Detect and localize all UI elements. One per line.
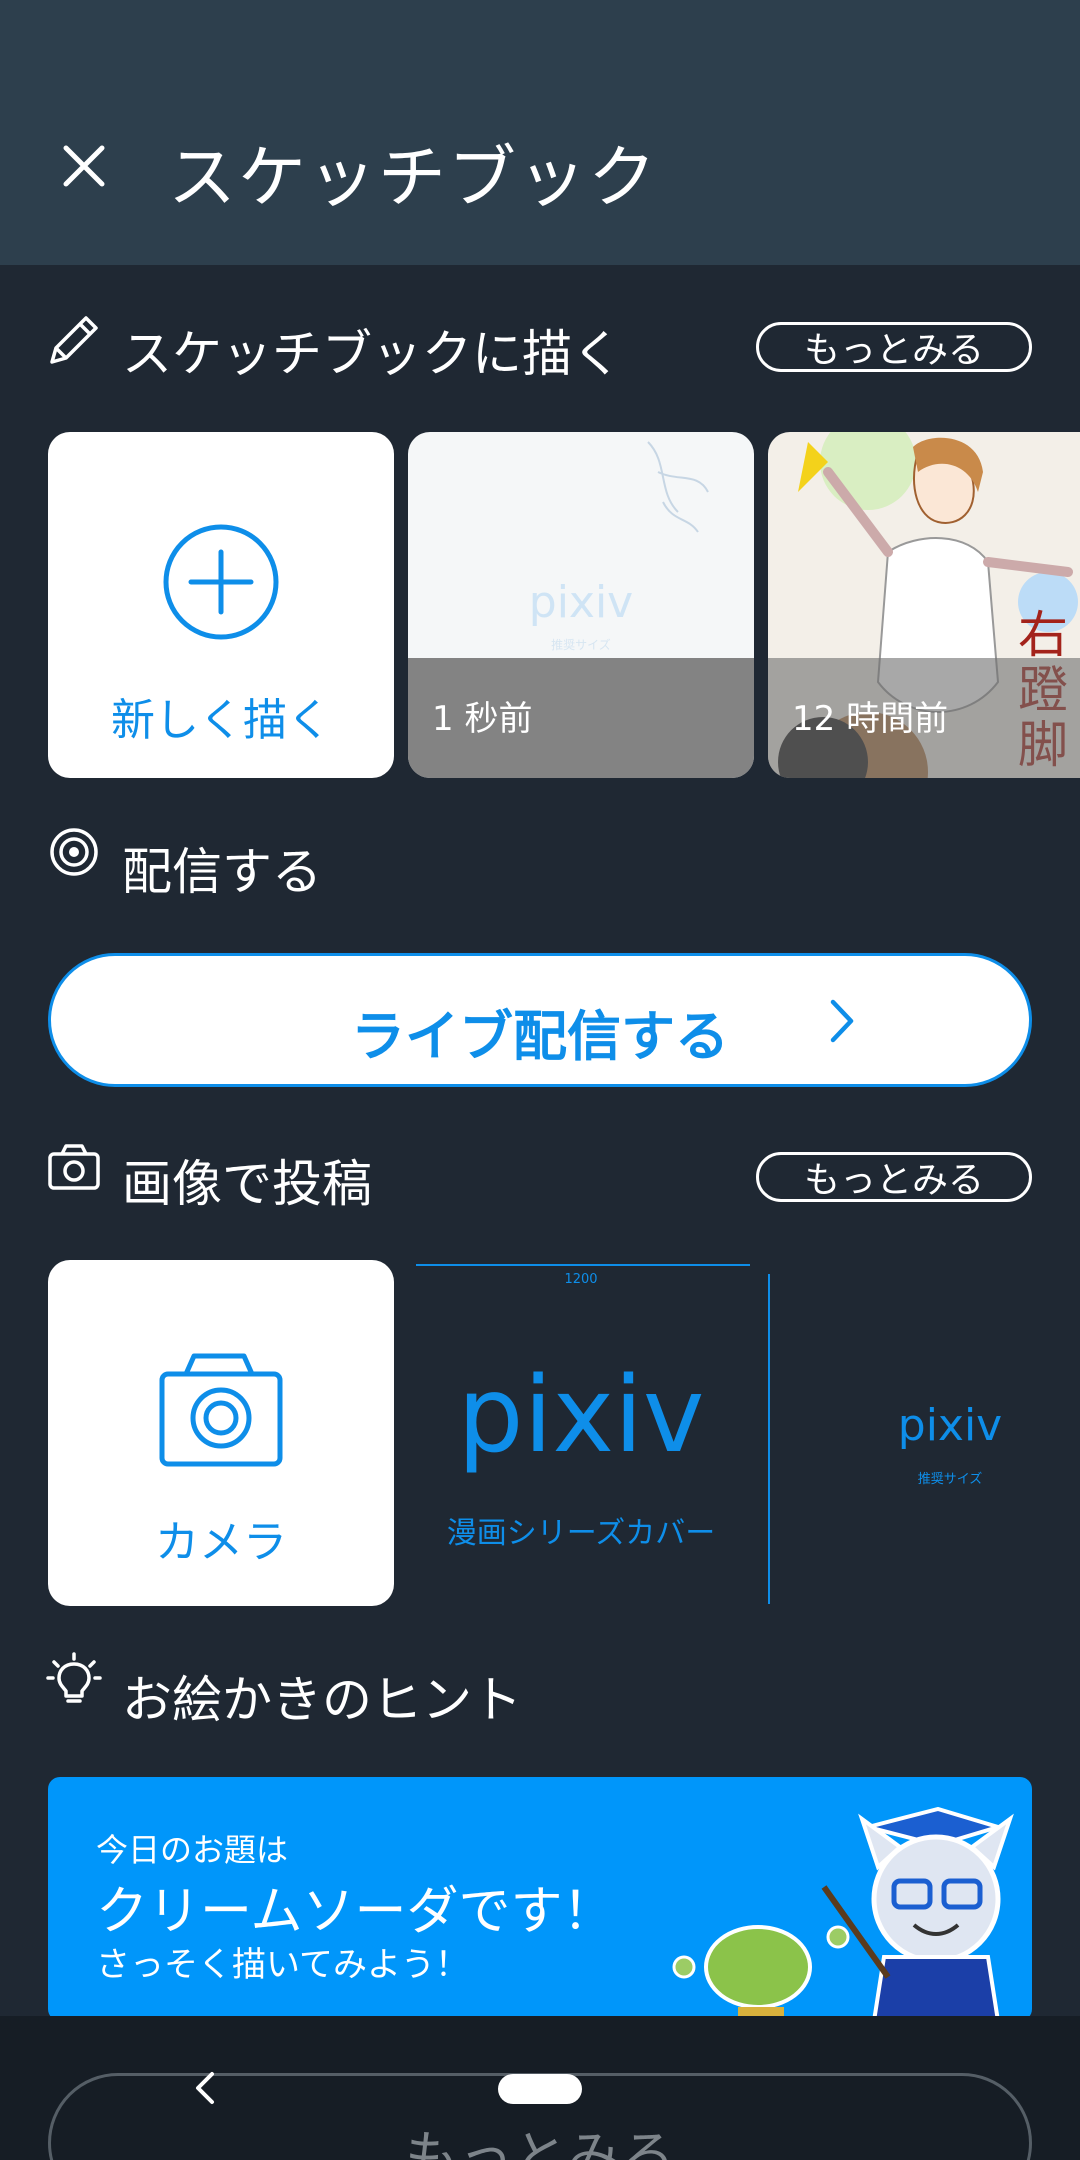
pixiv-logo: pixiv [897, 1400, 1003, 1451]
dimension-line [416, 1264, 750, 1266]
mascot-illustration [672, 1807, 1014, 2021]
pixiv-logo: pixiv [457, 1354, 705, 1476]
close-button[interactable] [48, 130, 120, 202]
close-icon [63, 145, 105, 187]
cover-type-label: 漫画シリーズカバー [446, 1516, 716, 1551]
live-stream-button[interactable]: ライブ配信する [48, 953, 1032, 1087]
page-title: スケッチブック [168, 139, 659, 218]
pixiv-watermark: pixiv [528, 577, 634, 628]
manga-cover-template[interactable]: 1200 pixiv 漫画シリーズカバー [414, 1260, 770, 1606]
recommended-size-template[interactable]: pixiv 推奨サイズ [780, 1260, 1080, 1606]
draw-section-title: スケッチブックに描く [122, 325, 622, 383]
camera-label: カメラ [155, 1517, 287, 1568]
image-more-button[interactable]: もっとみる [756, 1152, 1032, 1202]
thumbnail-time: 1 秒前 [432, 699, 533, 739]
new-drawing-label: 新しく描く [111, 695, 331, 746]
nav-home-pill[interactable] [498, 2074, 582, 2104]
sketch-thumbnail[interactable]: pixiv 推奨サイズ 1 秒前 [408, 432, 754, 778]
live-stream-label: ライブ配信する [351, 1005, 729, 1068]
chevron-right-icon [830, 999, 854, 1043]
bottom-more-label: もっとみる [405, 2125, 675, 2160]
daily-theme-banner[interactable]: 今日のお題は クリームソーダです！ さっそく描いてみよう！ [48, 1777, 1032, 2021]
camera-icon [48, 1144, 100, 1190]
draw-more-button[interactable]: もっとみる [756, 322, 1032, 372]
image-section-title: 画像で投稿 [122, 1155, 372, 1213]
camera-icon [159, 1353, 283, 1467]
thumbnail-time: 12 時間前 [792, 699, 949, 739]
svg-text:右: 右 [1018, 606, 1068, 664]
top-app-bar: スケッチブック [0, 0, 1080, 265]
hint-section-title: お絵かきのヒント [122, 1671, 522, 1729]
template-size-label: 推奨サイズ [917, 1472, 983, 1487]
hint-cta: さっそく描いてみよう！ [96, 1945, 469, 1985]
hint-intro: 今日のお題は [96, 1831, 289, 1869]
camera-card[interactable]: カメラ [48, 1260, 394, 1606]
sketch-thumbnail[interactable]: 右 蹬 脚 12 時間前 [768, 432, 1080, 778]
new-drawing-card[interactable]: 新しく描く [48, 432, 394, 778]
hint-theme: クリームソーダです！ [96, 1882, 615, 1942]
nav-back-icon[interactable] [190, 2068, 220, 2108]
dimension-line [768, 1274, 770, 1604]
dimension-label: 1200 [564, 1272, 598, 1287]
broadcast-icon [50, 828, 98, 876]
add-circle-icon [163, 524, 279, 640]
pencil-icon [50, 316, 98, 364]
pixiv-watermark-sub: 推奨サイズ [551, 638, 611, 652]
lightbulb-icon [46, 1652, 102, 1703]
stream-section-title: 配信する [122, 843, 322, 901]
